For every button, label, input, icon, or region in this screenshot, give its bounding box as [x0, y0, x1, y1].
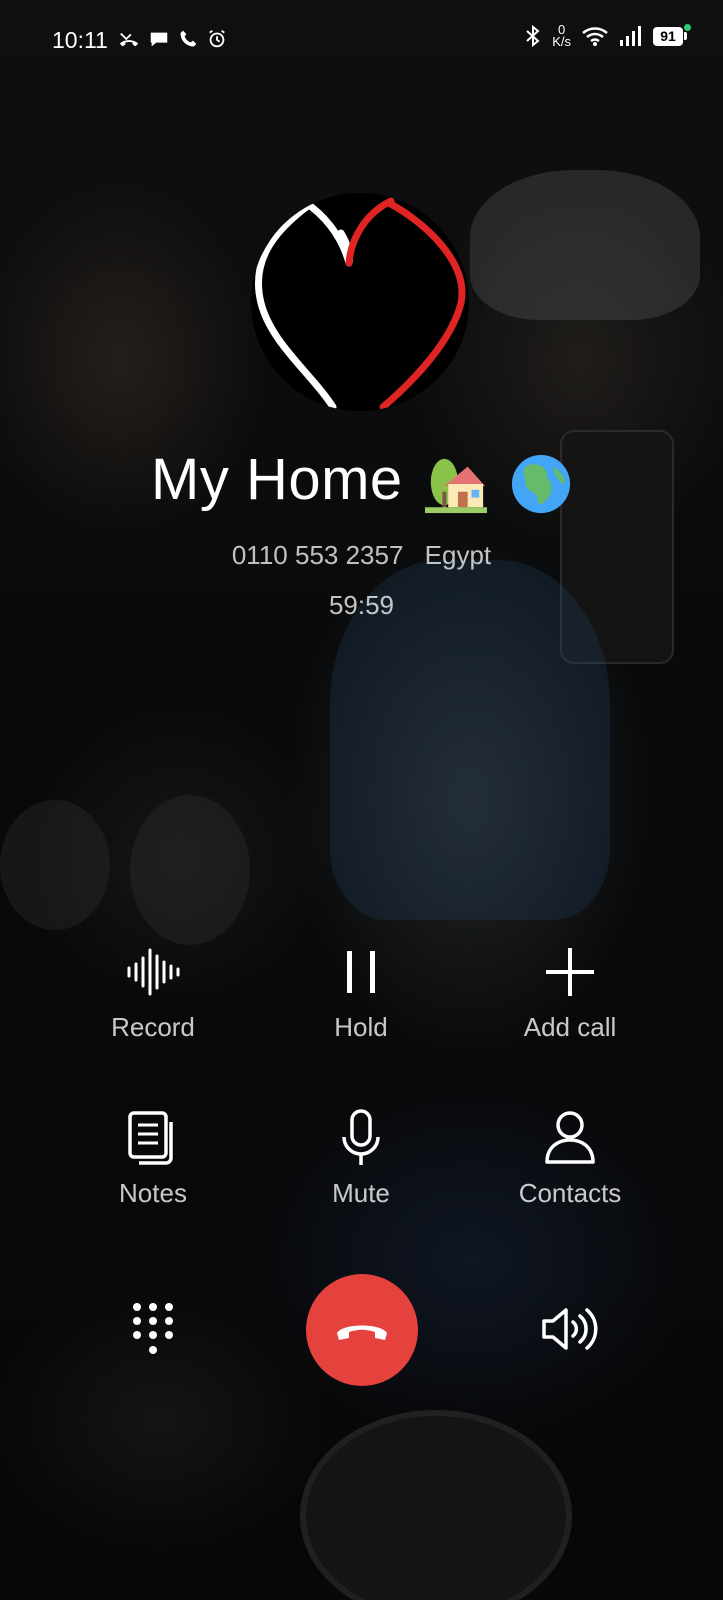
network-speed-unit: K/s [552, 34, 571, 49]
signal-icon [620, 26, 641, 46]
speaker-button[interactable] [535, 1296, 605, 1362]
network-speed: 0 K/s [552, 23, 571, 49]
call-duration: 59:59 [328, 590, 395, 620]
wifi-icon [582, 27, 608, 46]
status-time: 10:11 [52, 27, 108, 53]
battery-level: 91 [653, 26, 683, 46]
add-call-icon-wrap [470, 942, 670, 1002]
waveform-icon [127, 948, 180, 996]
pause-icon [347, 951, 375, 993]
caller-location: Egypt [424, 540, 492, 570]
contacts-label: Contacts [518, 1178, 622, 1208]
dialpad-button[interactable] [120, 1296, 186, 1362]
record-label: Record [111, 1012, 195, 1042]
dialpad-icon [133, 1303, 173, 1354]
message-icon [150, 32, 168, 47]
globe-africa-emoji-icon [511, 454, 571, 513]
contacts-button[interactable]: Contacts [470, 1108, 670, 1209]
notes-icon-wrap [53, 1108, 253, 1168]
caller-name: My Home [0, 446, 723, 515]
missed-call-icon [119, 32, 139, 47]
privacy-indicator-dot [684, 24, 691, 31]
end-call-icon [337, 1325, 387, 1340]
add-call-button[interactable]: Add call [470, 942, 670, 1043]
hold-button[interactable]: Hold [261, 942, 461, 1043]
contacts-icon-wrap [470, 1108, 670, 1168]
alarm-icon [209, 29, 225, 48]
add-call-label: Add call [523, 1012, 617, 1042]
battery-icon: 91 [653, 26, 687, 46]
notes-label: Notes [119, 1178, 187, 1208]
status-notification-icons [118, 28, 228, 50]
bluetooth-icon [526, 24, 540, 48]
contact-avatar [251, 193, 469, 411]
mute-label: Mute [332, 1178, 390, 1208]
notes-icon [128, 1111, 173, 1165]
heart-logo-icon [254, 197, 466, 411]
mute-button[interactable]: Mute [261, 1108, 461, 1209]
caller-number-row: 0110 553 2357 Egypt [0, 540, 723, 571]
hold-label: Hold [334, 1012, 388, 1042]
house-with-garden-emoji-icon [425, 458, 488, 513]
battery-tip [684, 32, 687, 40]
record-button[interactable]: Record [53, 942, 253, 1043]
speaker-icon [542, 1308, 598, 1350]
end-call-button[interactable] [306, 1274, 418, 1386]
hold-icon-wrap [261, 942, 461, 1002]
caller-name-text: My Home [151, 447, 403, 512]
microphone-icon [342, 1109, 380, 1165]
person-icon [545, 1111, 595, 1164]
status-bar: 10:11 0 K/s 91 [0, 0, 723, 84]
record-icon-wrap [53, 942, 253, 1002]
plus-icon [546, 948, 594, 996]
caller-number: 0110 553 2357 [231, 540, 404, 570]
notes-button[interactable]: Notes [53, 1108, 253, 1209]
status-system-icons: 0 K/s 91 [524, 23, 687, 49]
mute-icon-wrap [261, 1108, 461, 1168]
phone-icon [180, 30, 197, 47]
